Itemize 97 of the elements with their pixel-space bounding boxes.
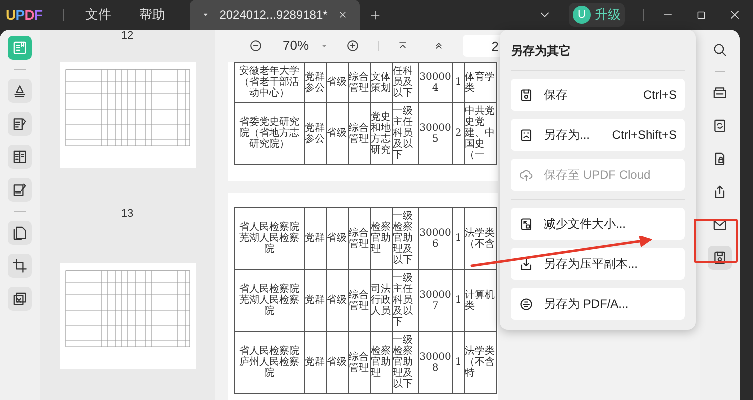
menu-item[interactable]: 文件: [86, 5, 112, 25]
table-cell: 中共党史党建、中国史（一: [464, 102, 496, 164]
table-cell: 综合管理: [348, 102, 370, 164]
tool-button[interactable]: [8, 287, 32, 311]
menu-title: 另存为其它: [511, 43, 572, 60]
table-cell: 省委党史研究院（省地方志研究院）: [234, 102, 304, 164]
edit-document-icon: [12, 116, 28, 132]
zoom-level[interactable]: 70%: [283, 36, 310, 56]
table-cell: 检察官助理: [370, 332, 392, 394]
tool-button[interactable]: [8, 112, 32, 136]
table-cell: 综合管理: [348, 62, 370, 102]
table-cell: 党群参公: [304, 62, 326, 102]
table-cell: 党群: [304, 270, 326, 332]
menu-item[interactable]: 另存为... Ctrl+Shift+S: [511, 119, 685, 151]
table-cell: 300008: [418, 332, 452, 394]
table-cell: 省人民检察院芜湖人民检察院: [234, 270, 304, 332]
table-cell: 300006: [418, 208, 452, 270]
table-cell: 1: [452, 270, 464, 332]
tool-button[interactable]: [708, 246, 732, 270]
menu-item[interactable]: 帮助: [140, 5, 166, 25]
tool-button[interactable]: [8, 145, 32, 169]
plus-icon[interactable]: [370, 10, 381, 20]
table-cell: 文体策划: [370, 62, 392, 102]
table-cell: 一级检察官助理及以下: [392, 332, 418, 394]
save-icon: [519, 88, 534, 102]
maximize-icon[interactable]: [696, 10, 707, 20]
shortcut: Ctrl+S: [643, 87, 677, 104]
table-cell: 党群: [304, 332, 326, 394]
table-cell: 省级: [326, 208, 348, 270]
tool-button[interactable]: [8, 221, 32, 245]
table-cell: 省级: [326, 102, 348, 164]
table-cell: 省级: [326, 332, 348, 394]
table-cell: 300007: [418, 270, 452, 332]
columns-document-icon: [12, 149, 28, 165]
avatar: U: [573, 6, 591, 24]
table-cell: 一级主任科员及以下: [392, 102, 418, 164]
tool-button[interactable]: [8, 79, 32, 103]
table-cell: 法学类（不含: [464, 208, 496, 270]
menu-item[interactable]: 保存 Ctrl+S: [511, 79, 685, 111]
close-icon[interactable]: [338, 10, 348, 20]
table-cell: 2: [452, 102, 464, 164]
shortcut: Ctrl+Shift+S: [612, 127, 677, 144]
upgrade-button[interactable]: U 升级: [569, 3, 625, 27]
table-cell: 一级检察官助理及以下: [392, 208, 418, 270]
menu-item[interactable]: 另存为 PDF/A...: [511, 288, 685, 320]
table-cell: 体育学类: [464, 62, 496, 102]
layers-icon: [12, 291, 28, 307]
search-icon: [712, 42, 728, 58]
table-cell: 检察官助理: [370, 208, 392, 270]
app-logo: UPDF: [6, 6, 43, 24]
page-thumbnail[interactable]: [60, 262, 196, 368]
form-pen-icon: [12, 182, 28, 198]
download-icon: [519, 256, 534, 272]
highlighter-icon: [12, 83, 28, 99]
table-cell: 党群: [304, 208, 326, 270]
table-cell: 党群参公: [304, 102, 326, 164]
convert-document-icon: [712, 118, 728, 134]
table-cell: 1: [452, 332, 464, 394]
table-cell: 省人民检察院芜湖人民检察院: [234, 208, 304, 270]
zoom-in-icon[interactable]: [346, 39, 360, 53]
tab-title: 2024012...9289181*: [220, 7, 328, 24]
highlight-frame: [694, 219, 738, 263]
tool-button[interactable]: [8, 178, 32, 202]
table-cell: 一级主任科员及以下: [392, 270, 418, 332]
page-number: 13: [121, 207, 134, 222]
close-icon[interactable]: [729, 9, 741, 21]
zoom-out-icon[interactable]: [249, 39, 263, 53]
table-cell: 计算机类: [464, 270, 496, 332]
document-tab[interactable]: 2024012...9289181*: [190, 0, 360, 30]
page-thumbnail[interactable]: [60, 62, 196, 168]
table-cell: 综合管理: [348, 208, 370, 270]
pages-icon: [12, 225, 28, 241]
table-cell: 300005: [418, 102, 452, 164]
compress-icon: [519, 216, 534, 232]
table-cell: 安徽老年大学（省老干部活动中心）: [234, 62, 304, 102]
table-cell: 省级: [326, 270, 348, 332]
table-cell: 300004: [418, 62, 452, 102]
table-cell: 法学类（不含特: [464, 332, 496, 394]
table-cell: 任科员及以下: [392, 62, 418, 102]
table-cell: 1: [452, 62, 464, 102]
table-cell: 综合管理: [348, 332, 370, 394]
table-cell: 省级: [326, 62, 348, 102]
menu-item[interactable]: 减少文件大小...: [511, 208, 685, 240]
reader-icon: [12, 40, 28, 56]
table-cell: 省人民检察院庐州人民检察院: [234, 332, 304, 394]
table-cell: 1: [452, 208, 464, 270]
table-cell: 综合管理: [348, 270, 370, 332]
crop-icon: [12, 258, 28, 274]
cloud-upload-icon: [519, 168, 534, 182]
save-icon: [712, 250, 728, 266]
table-cell: 司法行政人员: [370, 270, 392, 332]
dropdown-icon[interactable]: [321, 42, 328, 50]
dropdown-icon[interactable]: [202, 11, 210, 19]
tool-button[interactable]: [8, 254, 32, 278]
page-number: 12: [121, 30, 134, 42]
menu-item[interactable]: 另存为压平副本...: [511, 248, 685, 280]
table-cell: 党史和地方志研究: [370, 102, 392, 164]
